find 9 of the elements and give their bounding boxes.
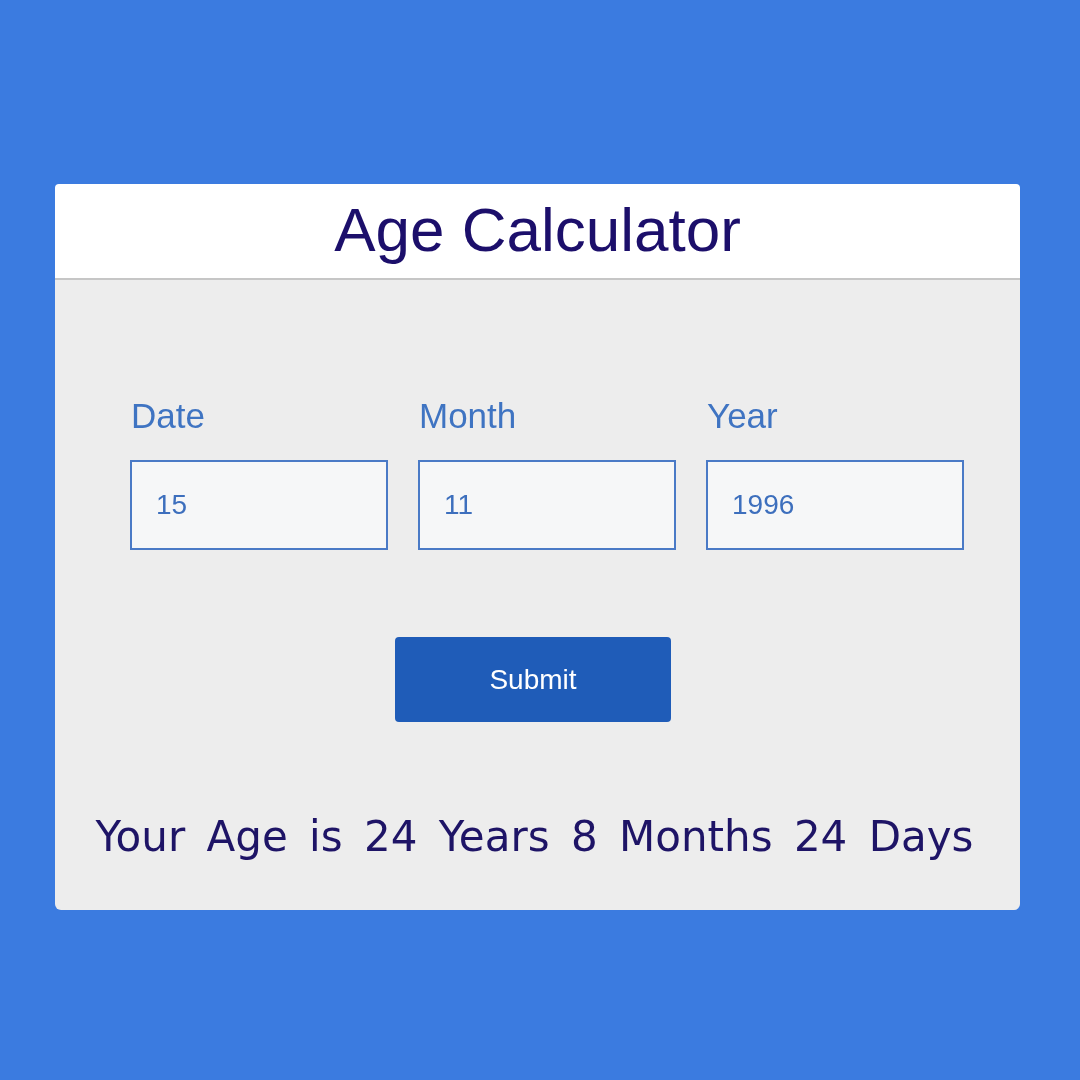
- input-field[interactable]: 11: [418, 460, 676, 550]
- input-field[interactable]: 15: [130, 460, 388, 550]
- result-text: Your Age is 24 Years 8 Months 24 Days: [95, 812, 974, 863]
- submit-button[interactable]: Submit: [395, 637, 671, 722]
- page-title: Age Calculator: [334, 199, 741, 263]
- field-label: Date: [130, 398, 205, 433]
- field-label: Month: [418, 398, 517, 433]
- field-label: Year: [706, 398, 778, 433]
- input-field[interactable]: 1996: [706, 460, 964, 550]
